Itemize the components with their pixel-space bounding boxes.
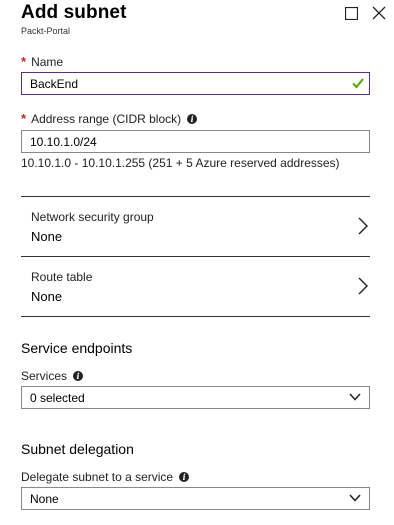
chevron-down-icon bbox=[349, 494, 361, 502]
service-endpoints-title: Service endpoints bbox=[21, 340, 133, 356]
subnet-delegation-title: Subnet delegation bbox=[21, 441, 134, 457]
address-label-text: Address range (CIDR block) bbox=[31, 111, 182, 126]
name-input[interactable]: BackEnd bbox=[21, 72, 370, 95]
delegate-dropdown[interactable]: None bbox=[21, 487, 370, 510]
nsg-value: None bbox=[31, 229, 63, 244]
blade-subtitle: Packt-Portal bbox=[21, 26, 71, 36]
required-mark: * bbox=[21, 54, 27, 69]
nsg-label: Network security group bbox=[31, 210, 154, 224]
close-icon bbox=[372, 6, 386, 20]
services-label-text: Services bbox=[21, 369, 68, 383]
address-range-hint: 10.10.1.0 - 10.10.1.255 (251 + 5 Azure r… bbox=[21, 156, 340, 170]
address-range-input[interactable]: 10.10.1.0/24 bbox=[21, 130, 370, 153]
name-label: * Name bbox=[21, 54, 63, 69]
blade-title: Add subnet bbox=[21, 2, 127, 23]
close-button[interactable] bbox=[370, 4, 388, 22]
checkmark-icon bbox=[352, 78, 364, 89]
name-input-value: BackEnd bbox=[30, 77, 79, 91]
delegate-label-text: Delegate subnet to a service bbox=[21, 470, 174, 484]
route-table-label: Route table bbox=[31, 270, 93, 284]
route-table-value: None bbox=[31, 289, 63, 304]
address-range-value: 10.10.1.0/24 bbox=[30, 135, 97, 149]
chevron-right-icon bbox=[358, 277, 368, 295]
name-label-text: Name bbox=[31, 54, 64, 69]
services-selected-value: 0 selected bbox=[30, 391, 85, 405]
network-security-group-picker[interactable]: Network security group None bbox=[21, 197, 370, 255]
delegate-label: Delegate subnet to a service i bbox=[21, 470, 190, 484]
divider bbox=[21, 316, 370, 317]
info-icon[interactable]: i bbox=[179, 472, 190, 482]
route-table-picker[interactable]: Route table None bbox=[21, 257, 370, 315]
address-label: * Address range (CIDR block) i bbox=[21, 111, 198, 126]
info-icon[interactable]: i bbox=[73, 371, 84, 381]
services-label: Services i bbox=[21, 369, 84, 383]
maximize-icon bbox=[344, 6, 358, 20]
maximize-button[interactable] bbox=[342, 4, 360, 22]
chevron-down-icon bbox=[349, 393, 361, 401]
delegate-selected-value: None bbox=[30, 492, 59, 506]
chevron-right-icon bbox=[358, 217, 368, 235]
required-mark: * bbox=[21, 111, 27, 126]
info-icon[interactable]: i bbox=[187, 113, 198, 124]
services-dropdown[interactable]: 0 selected bbox=[21, 386, 370, 409]
